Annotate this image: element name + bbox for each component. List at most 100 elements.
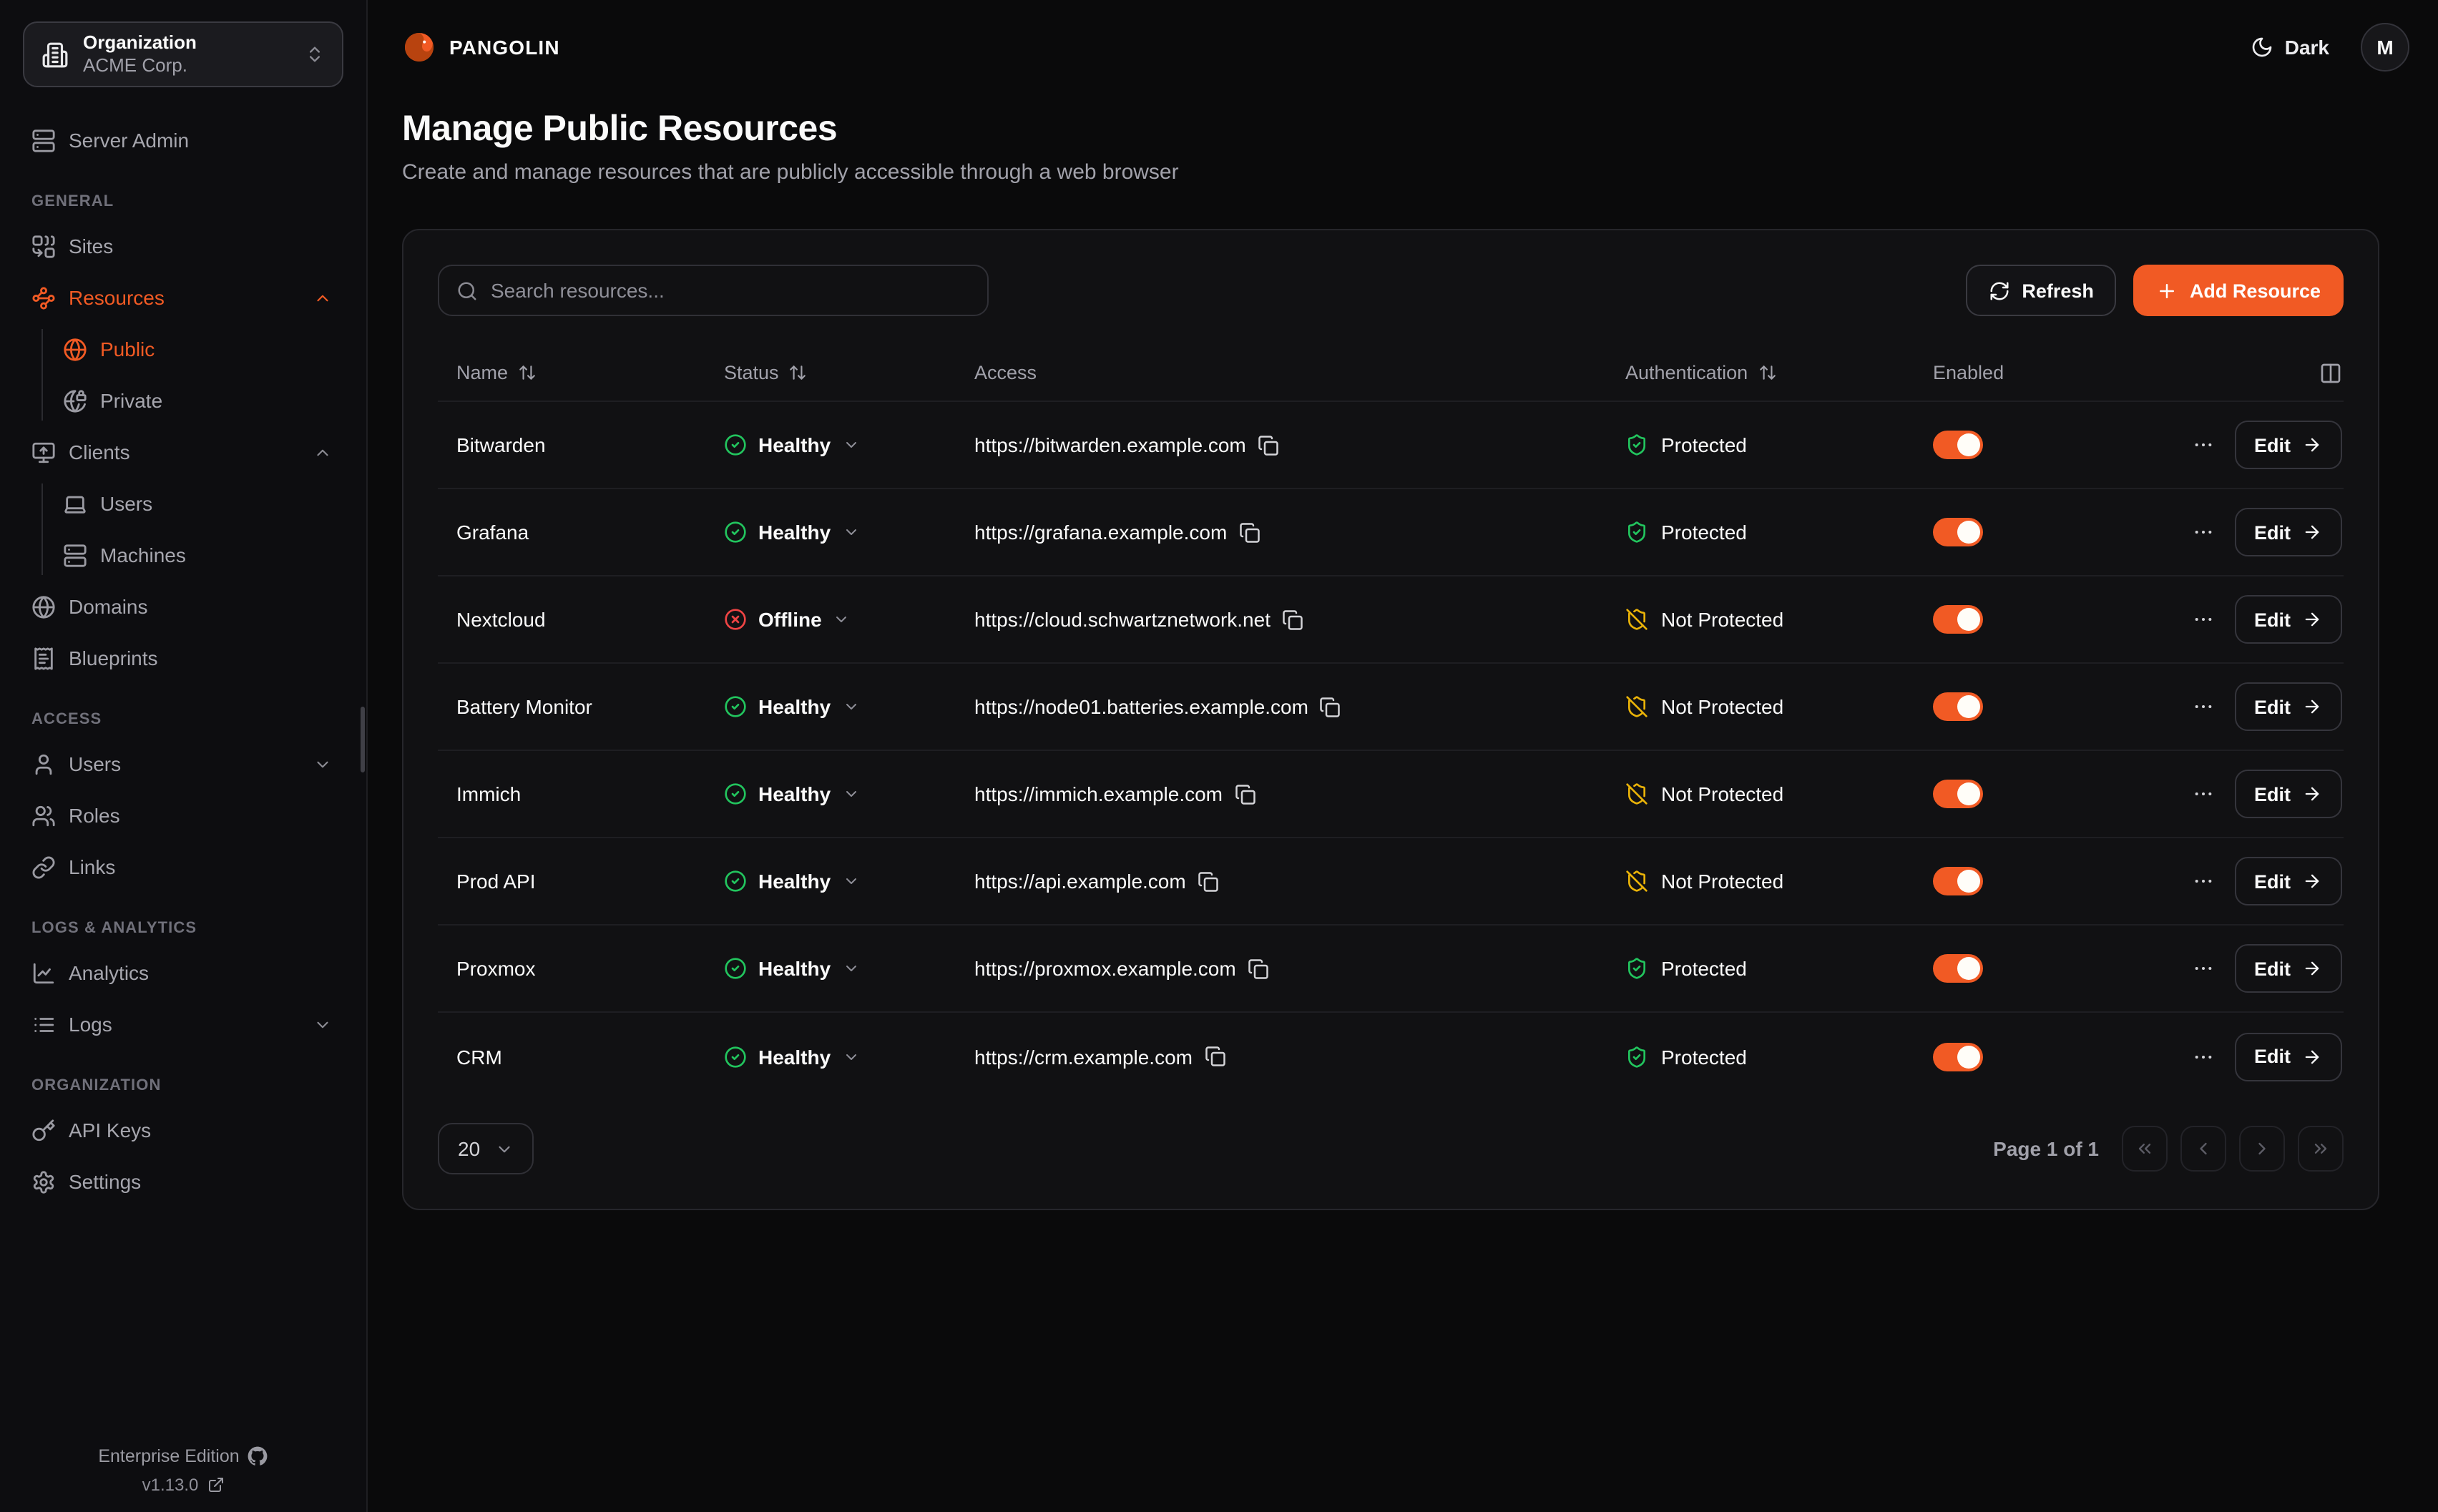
- status-dropdown[interactable]: Healthy: [724, 521, 859, 544]
- resource-url[interactable]: https://node01.batteries.example.com: [974, 695, 1308, 718]
- org-switcher[interactable]: Organization ACME Corp.: [23, 21, 343, 87]
- sidebar-item-private[interactable]: Private: [23, 376, 343, 425]
- column-header-name[interactable]: Name: [438, 362, 705, 383]
- next-page-button[interactable]: [2239, 1126, 2285, 1172]
- edit-label: Edit: [2254, 434, 2291, 456]
- edit-button[interactable]: Edit: [2234, 1032, 2342, 1081]
- sidebar-item-logs[interactable]: Logs: [23, 1000, 343, 1049]
- sidebar-item-clients[interactable]: Clients: [23, 428, 343, 476]
- resource-url[interactable]: https://proxmox.example.com: [974, 957, 1236, 980]
- resource-url[interactable]: https://crm.example.com: [974, 1045, 1193, 1068]
- sidebar-item-domains[interactable]: Domains: [23, 582, 343, 631]
- sidebar-item-blueprints[interactable]: Blueprints: [23, 634, 343, 682]
- avatar[interactable]: M: [2361, 23, 2409, 72]
- edition-link[interactable]: Enterprise Edition: [0, 1446, 366, 1466]
- search-input[interactable]: [491, 279, 970, 302]
- main-area: PANGOLIN Dark M Manage Public Resources …: [368, 0, 2438, 1512]
- add-resource-label: Add Resource: [2190, 280, 2321, 301]
- column-header-authentication[interactable]: Authentication: [1607, 362, 1914, 383]
- enabled-toggle[interactable]: [1933, 867, 1983, 895]
- enabled-toggle[interactable]: [1933, 780, 1983, 808]
- copy-url-button[interactable]: [1238, 521, 1260, 543]
- enabled-toggle[interactable]: [1933, 605, 1983, 634]
- enabled-toggle[interactable]: [1933, 518, 1983, 546]
- resource-url[interactable]: https://grafana.example.com: [974, 521, 1227, 544]
- pager: [2122, 1126, 2344, 1172]
- sidebar-item-users[interactable]: Users: [23, 740, 343, 788]
- sidebar-item-links[interactable]: Links: [23, 843, 343, 891]
- column-label: Enabled: [1933, 362, 2004, 383]
- edit-button[interactable]: Edit: [2234, 595, 2342, 644]
- resource-url[interactable]: https://cloud.schwartznetwork.net: [974, 608, 1271, 631]
- resource-url[interactable]: https://bitwarden.example.com: [974, 433, 1246, 456]
- resource-url[interactable]: https://api.example.com: [974, 870, 1186, 893]
- enabled-toggle[interactable]: [1933, 431, 1983, 459]
- edit-button[interactable]: Edit: [2234, 770, 2342, 818]
- edition-label: Enterprise Edition: [98, 1446, 239, 1466]
- chevron-up-icon: [313, 443, 332, 461]
- copy-url-button[interactable]: [1234, 783, 1255, 805]
- copy-url-button[interactable]: [1282, 609, 1303, 630]
- copy-url-button[interactable]: [1258, 434, 1279, 456]
- sidebar-item-settings[interactable]: Settings: [23, 1157, 343, 1206]
- row-menu-button[interactable]: [2191, 782, 2214, 805]
- sidebar-item-users[interactable]: Users: [23, 479, 343, 528]
- edit-button[interactable]: Edit: [2234, 682, 2342, 731]
- row-menu-button[interactable]: [2191, 608, 2214, 631]
- sidebar-item-roles[interactable]: Roles: [23, 791, 343, 840]
- edit-button[interactable]: Edit: [2234, 421, 2342, 469]
- sidebar-item-sites[interactable]: Sites: [23, 222, 343, 270]
- copy-url-button[interactable]: [1198, 870, 1219, 892]
- sidebar-item-label: Clients: [69, 441, 300, 463]
- row-menu-button[interactable]: [2191, 433, 2214, 456]
- section-title-general: GENERAL: [31, 193, 343, 210]
- status-dropdown[interactable]: Healthy: [724, 782, 859, 805]
- enabled-toggle[interactable]: [1933, 954, 1983, 983]
- copy-url-button[interactable]: [1248, 958, 1269, 979]
- enabled-toggle[interactable]: [1933, 692, 1983, 721]
- brand[interactable]: PANGOLIN: [402, 30, 560, 64]
- refresh-button[interactable]: Refresh: [1966, 265, 2117, 316]
- status-dropdown[interactable]: Healthy: [724, 695, 859, 718]
- version-link[interactable]: v1.13.0: [0, 1475, 366, 1495]
- sidebar-scrollbar-thumb[interactable]: [361, 707, 365, 772]
- table-row-bitwarden: BitwardenHealthyhttps://bitwarden.exampl…: [438, 402, 2344, 489]
- sidebar-item-public[interactable]: Public: [23, 325, 343, 373]
- copy-url-button[interactable]: [1204, 1046, 1225, 1067]
- sidebar-item-machines[interactable]: Machines: [23, 531, 343, 579]
- row-menu-button[interactable]: [2191, 957, 2214, 980]
- prev-page-button[interactable]: [2180, 1126, 2226, 1172]
- first-page-button[interactable]: [2122, 1126, 2168, 1172]
- copy-url-button[interactable]: [1320, 696, 1341, 717]
- status-dropdown[interactable]: Healthy: [724, 870, 859, 893]
- sidebar-item-api-keys[interactable]: API Keys: [23, 1106, 343, 1154]
- status-dropdown[interactable]: Healthy: [724, 433, 859, 456]
- edit-label: Edit: [2254, 783, 2291, 805]
- add-resource-button[interactable]: Add Resource: [2134, 265, 2344, 316]
- status-dropdown[interactable]: Offline: [724, 608, 851, 631]
- server-icon: [63, 543, 87, 567]
- row-menu-button[interactable]: [2191, 521, 2214, 544]
- sidebar-item-resources[interactable]: Resources: [23, 273, 343, 322]
- row-menu-button[interactable]: [2191, 870, 2214, 893]
- last-page-button[interactable]: [2298, 1126, 2344, 1172]
- theme-toggle[interactable]: Dark: [2251, 36, 2329, 59]
- server-icon: [31, 128, 56, 152]
- column-visibility-button[interactable]: [2319, 361, 2342, 384]
- column-header-status[interactable]: Status: [705, 362, 956, 383]
- chevron-down-icon: [313, 1015, 332, 1034]
- row-menu-button[interactable]: [2191, 695, 2214, 718]
- sidebar-item-label: Resources: [69, 286, 300, 309]
- status-dropdown[interactable]: Healthy: [724, 1045, 859, 1068]
- status-dropdown[interactable]: Healthy: [724, 957, 859, 980]
- page-size-select[interactable]: 20: [438, 1123, 533, 1174]
- chart-icon: [31, 961, 56, 985]
- resource-url[interactable]: https://immich.example.com: [974, 782, 1223, 805]
- row-menu-button[interactable]: [2191, 1045, 2214, 1068]
- sidebar-item-server-admin[interactable]: Server Admin: [23, 116, 343, 165]
- sidebar-item-analytics[interactable]: Analytics: [23, 948, 343, 997]
- edit-button[interactable]: Edit: [2234, 944, 2342, 993]
- edit-button[interactable]: Edit: [2234, 857, 2342, 905]
- edit-button[interactable]: Edit: [2234, 508, 2342, 556]
- enabled-toggle[interactable]: [1933, 1042, 1983, 1071]
